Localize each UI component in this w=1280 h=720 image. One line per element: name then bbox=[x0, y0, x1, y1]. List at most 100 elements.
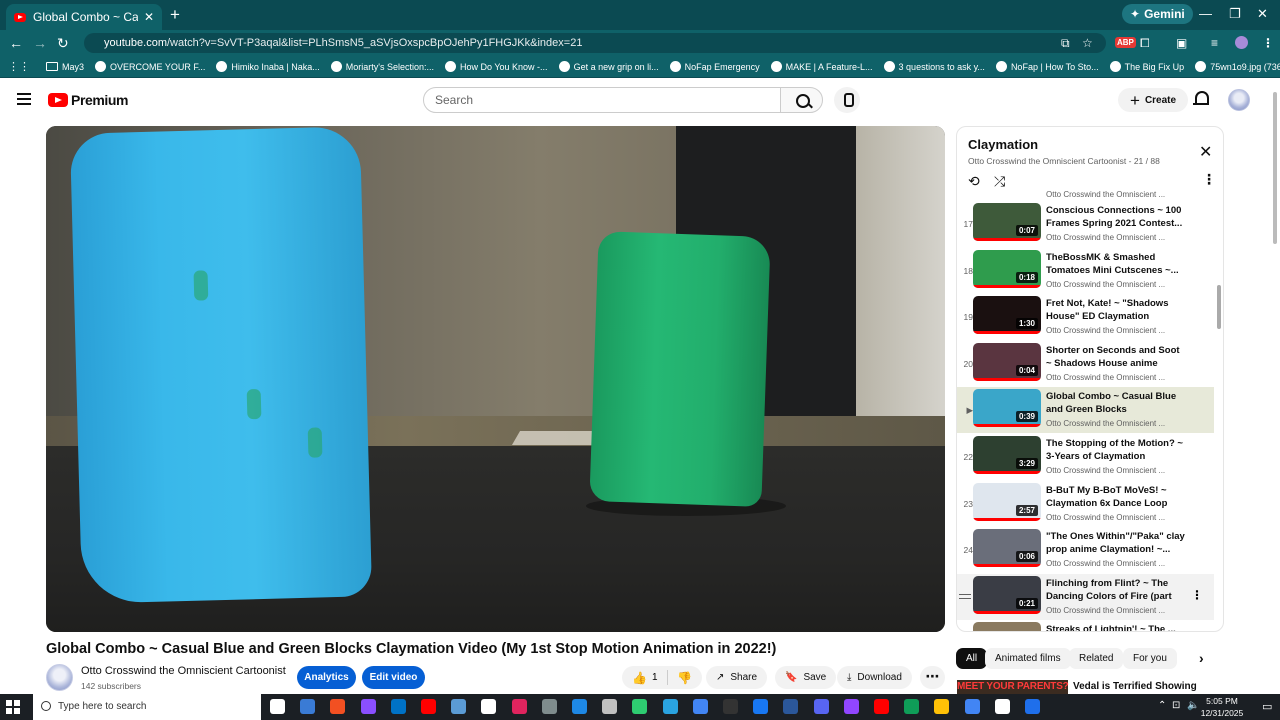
taskbar-app-icon[interactable] bbox=[874, 699, 889, 714]
page-scroll-thumb[interactable] bbox=[1273, 92, 1277, 244]
chip-3[interactable]: For you bbox=[1123, 648, 1177, 669]
account-avatar[interactable] bbox=[1228, 89, 1250, 111]
browser-tab-active[interactable]: Global Combo ~ Casual Blue and Green Blo… bbox=[6, 4, 162, 30]
playlist-item[interactable]: 0:21 Flinching from Flint? ~ The Dancing … bbox=[957, 573, 1214, 620]
taskbar-app-icon[interactable] bbox=[360, 699, 376, 714]
taskbar-app-icon[interactable] bbox=[270, 699, 285, 714]
new-tab-icon[interactable]: + bbox=[170, 5, 180, 25]
window-close-icon[interactable]: ✕ bbox=[1257, 6, 1268, 22]
taskbar-app-icon[interactable] bbox=[692, 699, 708, 714]
voice-search-mic-icon[interactable] bbox=[834, 87, 860, 113]
taskbar-app-icon[interactable] bbox=[934, 699, 950, 714]
tray-chevron-icon[interactable]: ⌃ bbox=[1158, 700, 1166, 711]
playlist-close-icon[interactable]: ✕ bbox=[1199, 142, 1212, 162]
video-player[interactable] bbox=[46, 126, 945, 632]
page-scrollbar[interactable] bbox=[1270, 78, 1280, 694]
taskbar-app-icon[interactable] bbox=[541, 699, 557, 714]
share-button[interactable]: ↗ Share bbox=[706, 666, 768, 689]
chip-1[interactable]: Animated films bbox=[985, 648, 1071, 669]
playlist-item[interactable]: 23 2:57 B-BuT My B-BoT MoVeS! ~ Claymation… bbox=[957, 481, 1214, 527]
guide-menu-icon[interactable] bbox=[17, 93, 31, 105]
back-arrow-icon[interactable]: ← bbox=[9, 35, 23, 51]
taskbar-app-icon[interactable] bbox=[753, 699, 769, 714]
playlist-item-menu-icon[interactable]: ⋮ bbox=[1191, 588, 1203, 602]
playlist-owner[interactable]: Otto Crosswind the Omniscient Cartoonist bbox=[968, 156, 1126, 166]
search-input[interactable]: Search bbox=[423, 87, 781, 113]
apps-grid-icon[interactable]: ⋮⋮ bbox=[8, 60, 30, 73]
media-control-icon[interactable]: ≡ bbox=[1211, 36, 1218, 50]
bookmark-8[interactable]: 3 questions to ask y... bbox=[883, 61, 985, 72]
chips-next-arrow-icon[interactable]: › bbox=[1199, 650, 1204, 666]
bookmark-3[interactable]: Moriarty's Selection:... bbox=[330, 61, 434, 72]
channel-avatar[interactable] bbox=[46, 664, 73, 691]
gemini-button[interactable]: ✦ Gemini bbox=[1122, 4, 1193, 24]
volume-icon[interactable]: 🔈 bbox=[1187, 700, 1199, 711]
download-button[interactable]: ⤓ Download bbox=[837, 666, 912, 689]
dislike-thumb-icon[interactable]: 👎 bbox=[677, 671, 692, 685]
bookmark-0[interactable]: May3 bbox=[46, 62, 84, 72]
tab-close-icon[interactable]: ✕ bbox=[144, 10, 154, 24]
bookmark-5[interactable]: Get a new grip on li... bbox=[558, 61, 659, 72]
taskbar-app-icon[interactable] bbox=[602, 699, 618, 714]
address-bar[interactable]: youtube.com/watch?v=SvVT-P3aqal&list=PLh… bbox=[84, 33, 1106, 53]
forward-arrow-icon[interactable]: → bbox=[33, 35, 47, 51]
search-button[interactable] bbox=[780, 87, 823, 113]
chip-2[interactable]: Related bbox=[1069, 648, 1124, 669]
notifications-bell-icon[interactable] bbox=[1193, 90, 1209, 108]
taskbar-app-icon[interactable] bbox=[783, 699, 799, 714]
bookmark-9[interactable]: NoFap | How To Sto... bbox=[995, 61, 1099, 72]
taskbar-app-icon[interactable] bbox=[330, 699, 346, 714]
notification-center-icon[interactable]: ▭ bbox=[1262, 700, 1272, 713]
playlist-scroll-thumb[interactable] bbox=[1217, 285, 1221, 329]
bookmark-10[interactable]: The Big Fix Up bbox=[1109, 61, 1184, 72]
bookmark-7[interactable]: MAKE | A Feature-L... bbox=[770, 61, 873, 72]
cast-icon[interactable]: ⧉ bbox=[1061, 36, 1070, 51]
network-icon[interactable]: ⊡ bbox=[1172, 700, 1180, 711]
taskbar-search-input[interactable]: Type here to search bbox=[33, 694, 261, 720]
bookmark-6[interactable]: NoFap Emergency bbox=[669, 61, 760, 72]
sidebar-icon[interactable]: ▣ bbox=[1176, 36, 1187, 50]
taskbar-app-icon[interactable] bbox=[632, 699, 648, 714]
adblock-extension-icon[interactable]: ABP bbox=[1115, 37, 1136, 48]
create-button[interactable]: + Create bbox=[1118, 88, 1189, 112]
playlist-scrollbar[interactable] bbox=[1217, 197, 1221, 629]
taskbar-app-icon[interactable] bbox=[964, 699, 980, 714]
bookmark-11[interactable]: 75wn1o9.jpg (736×... bbox=[1195, 61, 1280, 72]
playlist-item[interactable]: 24 0:06 "The Ones Within"/"Paka" clay prop… bbox=[957, 527, 1214, 573]
playlist-item[interactable]: ▶ 0:39 Global Combo ~ Casual Blue and Gree… bbox=[957, 387, 1214, 434]
youtube-premium-logo[interactable]: Premium bbox=[48, 92, 129, 108]
analytics-button[interactable]: Analytics bbox=[297, 666, 356, 689]
more-actions-icon[interactable]: ⋯ bbox=[920, 666, 945, 689]
playlist-item[interactable]: 17 0:07 Conscious Connections ~ 100 Frames… bbox=[957, 201, 1214, 247]
taskbar-app-icon[interactable] bbox=[421, 699, 436, 714]
channel-name[interactable]: Otto Crosswind the Omniscient Cartoonist bbox=[81, 665, 286, 677]
taskbar-app-icon[interactable] bbox=[843, 699, 859, 714]
taskbar-app-icon[interactable] bbox=[572, 699, 587, 714]
playlist-title[interactable]: Claymation bbox=[968, 137, 1038, 152]
taskbar-app-icon[interactable] bbox=[662, 699, 678, 714]
bookmark-star-icon[interactable]: ☆ bbox=[1082, 36, 1093, 50]
taskbar-app-icon[interactable] bbox=[904, 699, 920, 714]
shuffle-icon[interactable]: ⤮ bbox=[994, 173, 1005, 190]
playlist-menu-icon[interactable]: ⋮ bbox=[1202, 171, 1216, 188]
maximize-icon[interactable]: ❐ bbox=[1229, 6, 1241, 22]
taskbar-app-icon[interactable] bbox=[994, 699, 1010, 714]
save-button[interactable]: 🔖 Save bbox=[775, 666, 837, 689]
minimize-icon[interactable]: — bbox=[1199, 6, 1212, 21]
extensions-puzzle-icon[interactable]: ⧠ bbox=[1140, 36, 1150, 51]
next-video-preview[interactable]: MEET YOUR PARENTS? Vedal is Terrified Sh… bbox=[957, 680, 1222, 694]
bookmark-4[interactable]: How Do You Know -... bbox=[445, 61, 548, 72]
taskbar-app-icon[interactable] bbox=[723, 699, 738, 714]
playlist-item[interactable]: 22 3:29 The Stopping of the Motion? ~ 3-Ye… bbox=[957, 434, 1214, 480]
bookmark-1[interactable]: OVERCOME YOUR F... bbox=[95, 61, 205, 72]
loop-icon[interactable]: ⟲ bbox=[968, 173, 980, 190]
chip-0[interactable]: All bbox=[956, 648, 988, 669]
playlist-item[interactable]: 19 1:30 Fret Not, Kate! ~ "Shadows House" … bbox=[957, 294, 1214, 340]
taskbar-clock[interactable]: 5:05 PM 12/31/2025 bbox=[1199, 695, 1245, 719]
bookmark-2[interactable]: Himiko Inaba | Naka... bbox=[216, 61, 320, 72]
taskbar-app-icon[interactable] bbox=[481, 699, 497, 714]
taskbar-app-icon[interactable] bbox=[813, 699, 829, 714]
taskbar-app-icon[interactable] bbox=[300, 699, 316, 714]
taskbar-app-icon[interactable] bbox=[511, 699, 527, 714]
edit-video-button[interactable]: Edit video bbox=[362, 666, 425, 689]
